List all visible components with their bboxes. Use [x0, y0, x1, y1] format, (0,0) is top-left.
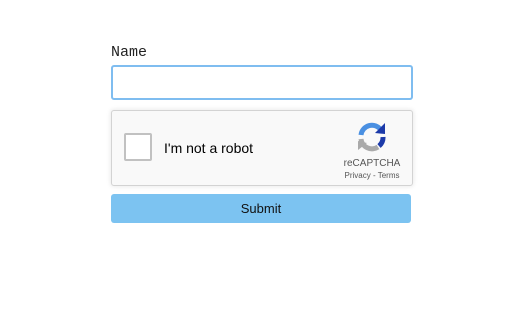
- links-separator: -: [370, 171, 378, 180]
- terms-link[interactable]: Terms: [378, 171, 400, 180]
- recaptcha-links: Privacy - Terms: [334, 171, 410, 181]
- recaptcha-widget: I'm not a robot reCAPTCHA Privacy - Term…: [111, 110, 413, 186]
- recaptcha-checkbox[interactable]: [124, 133, 152, 161]
- signup-form: Name I'm not a robot reCAPTCHA Privacy -…: [111, 44, 413, 223]
- name-input[interactable]: [111, 65, 413, 100]
- recaptcha-logo-icon: [358, 122, 386, 152]
- recaptcha-checkbox-label: I'm not a robot: [164, 140, 254, 156]
- submit-button[interactable]: Submit: [111, 194, 411, 223]
- recaptcha-brand: reCAPTCHA: [343, 158, 401, 169]
- name-label: Name: [111, 44, 148, 61]
- privacy-link[interactable]: Privacy: [345, 171, 371, 180]
